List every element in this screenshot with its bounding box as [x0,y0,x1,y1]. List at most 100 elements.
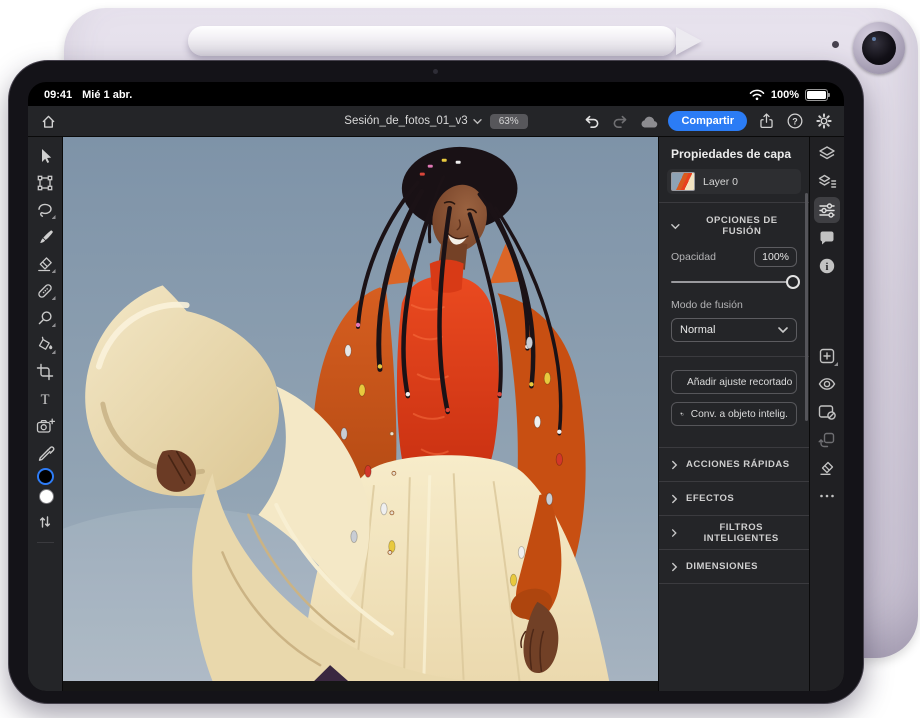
opacity-slider[interactable] [671,275,797,289]
place-photo-tool-button[interactable] [32,412,59,439]
chevron-right-icon [671,494,678,504]
brush-tool-button[interactable] [32,223,59,250]
move-tool-button[interactable] [32,142,59,169]
zoom-level-badge[interactable]: 63% [490,114,528,129]
section-effects[interactable]: EFECTOS [671,482,797,515]
redo-icon [611,113,630,130]
scene: 09:41 Mié 1 abr. 100% [0,0,920,718]
comment-icon [816,227,838,249]
layer-properties-panel: Propiedades de capa Layer 0 OPCIONES DE … [658,137,809,691]
delete-layer-button[interactable] [814,455,840,481]
blend-mode-select[interactable]: Normal [671,318,797,342]
chevron-down-icon [778,326,788,334]
app-body: T [28,137,844,691]
clipping-mask-button[interactable] [814,427,840,453]
section-quick-actions[interactable]: ACCIONES RÁPIDAS [671,448,797,481]
clone-stamp-icon [34,307,56,329]
camera-glint [872,37,876,41]
delete-layer-icon [816,457,838,479]
toolbar: T [28,137,63,691]
mic-dot [832,41,839,48]
type-tool-button[interactable]: T [32,385,59,412]
help-icon: ? [786,112,804,130]
apple-pencil-tip [676,27,702,55]
export-icon [758,112,775,130]
screen: 09:41 Mié 1 abr. 100% [28,82,844,691]
lasso-icon [34,199,56,221]
healing-brush-icon [34,280,56,302]
canvas[interactable] [63,137,658,691]
eye-icon [816,373,838,395]
settings-button[interactable] [814,111,834,131]
eyedropper-tool-button[interactable] [32,439,59,466]
transform-icon [34,172,56,194]
color-swatches[interactable] [32,468,59,506]
healing-brush-tool-button[interactable] [32,277,59,304]
transform-tool-button[interactable] [32,169,59,196]
cloud-sync-button[interactable] [639,111,659,131]
more-options-button[interactable] [814,483,840,509]
opacity-slider-track [671,281,797,283]
document-title[interactable]: Sesión_de_fotos_01_v3 [344,115,481,127]
eraser-icon [34,253,56,275]
section-dimensions[interactable]: DIMENSIONES [671,550,797,583]
help-button[interactable]: ? [785,111,805,131]
move-icon [34,145,56,167]
layers-icon [816,143,838,165]
lasso-tool-button[interactable] [32,196,59,223]
place-photo-icon [34,415,56,437]
opacity-value[interactable]: 100% [754,247,797,267]
add-clipped-adjustment-button[interactable]: Añadir ajuste recortado [671,370,797,394]
info-button[interactable]: i [814,253,840,279]
comments-button[interactable] [814,225,840,251]
fill-tool-button[interactable] [32,331,59,358]
clock: 09:41 [44,89,72,101]
chevron-down-icon [671,223,680,230]
foreground-color-chip [37,468,54,485]
share-button[interactable]: Compartir [668,111,747,131]
layers-panel-button[interactable] [814,141,840,167]
svg-text:?: ? [792,117,798,127]
section-smart-filters[interactable]: FILTROS INTELIGENTES [671,516,797,549]
cloud-icon [639,114,659,129]
panel-scrollbar[interactable] [805,193,808,421]
type-tool-icon: T [34,388,56,410]
clone-stamp-tool-button[interactable] [32,304,59,331]
smart-object-icon [680,407,684,421]
opacity-row: Opacidad 100% [671,247,797,267]
layer-thumbnail [671,172,695,191]
add-mask-button[interactable] [814,399,840,425]
redo-button[interactable] [610,111,630,131]
panel-divider [659,583,809,584]
add-layer-button[interactable] [814,343,840,369]
chevron-right-icon [671,528,677,538]
photo [63,137,658,681]
opacity-label: Opacidad [671,251,716,263]
undo-button[interactable] [581,111,601,131]
layer-filter-button[interactable] [814,169,840,195]
layer-visibility-button[interactable] [814,371,840,397]
front-camera [433,69,438,74]
layer-filter-icon [816,171,838,193]
camera-lens [862,31,896,65]
brush-icon [34,226,56,248]
swap-colors-button[interactable] [32,508,59,535]
layer-mask-icon [816,401,838,423]
crop-tool-button[interactable] [32,358,59,385]
rear-camera [853,22,905,74]
layer-row[interactable]: Layer 0 [667,169,801,194]
ipad-device: 09:41 Mié 1 abr. 100% [8,60,864,704]
battery-icon [805,89,828,101]
export-button[interactable] [756,111,776,131]
convert-smart-object-button[interactable]: Conv. a objeto intelig. [671,402,797,426]
blend-options-section-header[interactable]: OPCIONES DE FUSIÓN [671,215,797,237]
opacity-slider-knob[interactable] [786,275,800,289]
battery-percent: 100% [771,89,799,101]
layer-properties-button[interactable] [814,197,840,223]
chevron-down-icon [473,118,482,125]
eyedropper-icon [34,442,56,464]
gear-icon [815,112,833,130]
eraser-tool-button[interactable] [32,250,59,277]
swap-colors-icon [34,511,56,533]
status-bar: 09:41 Mié 1 abr. 100% [28,82,844,106]
